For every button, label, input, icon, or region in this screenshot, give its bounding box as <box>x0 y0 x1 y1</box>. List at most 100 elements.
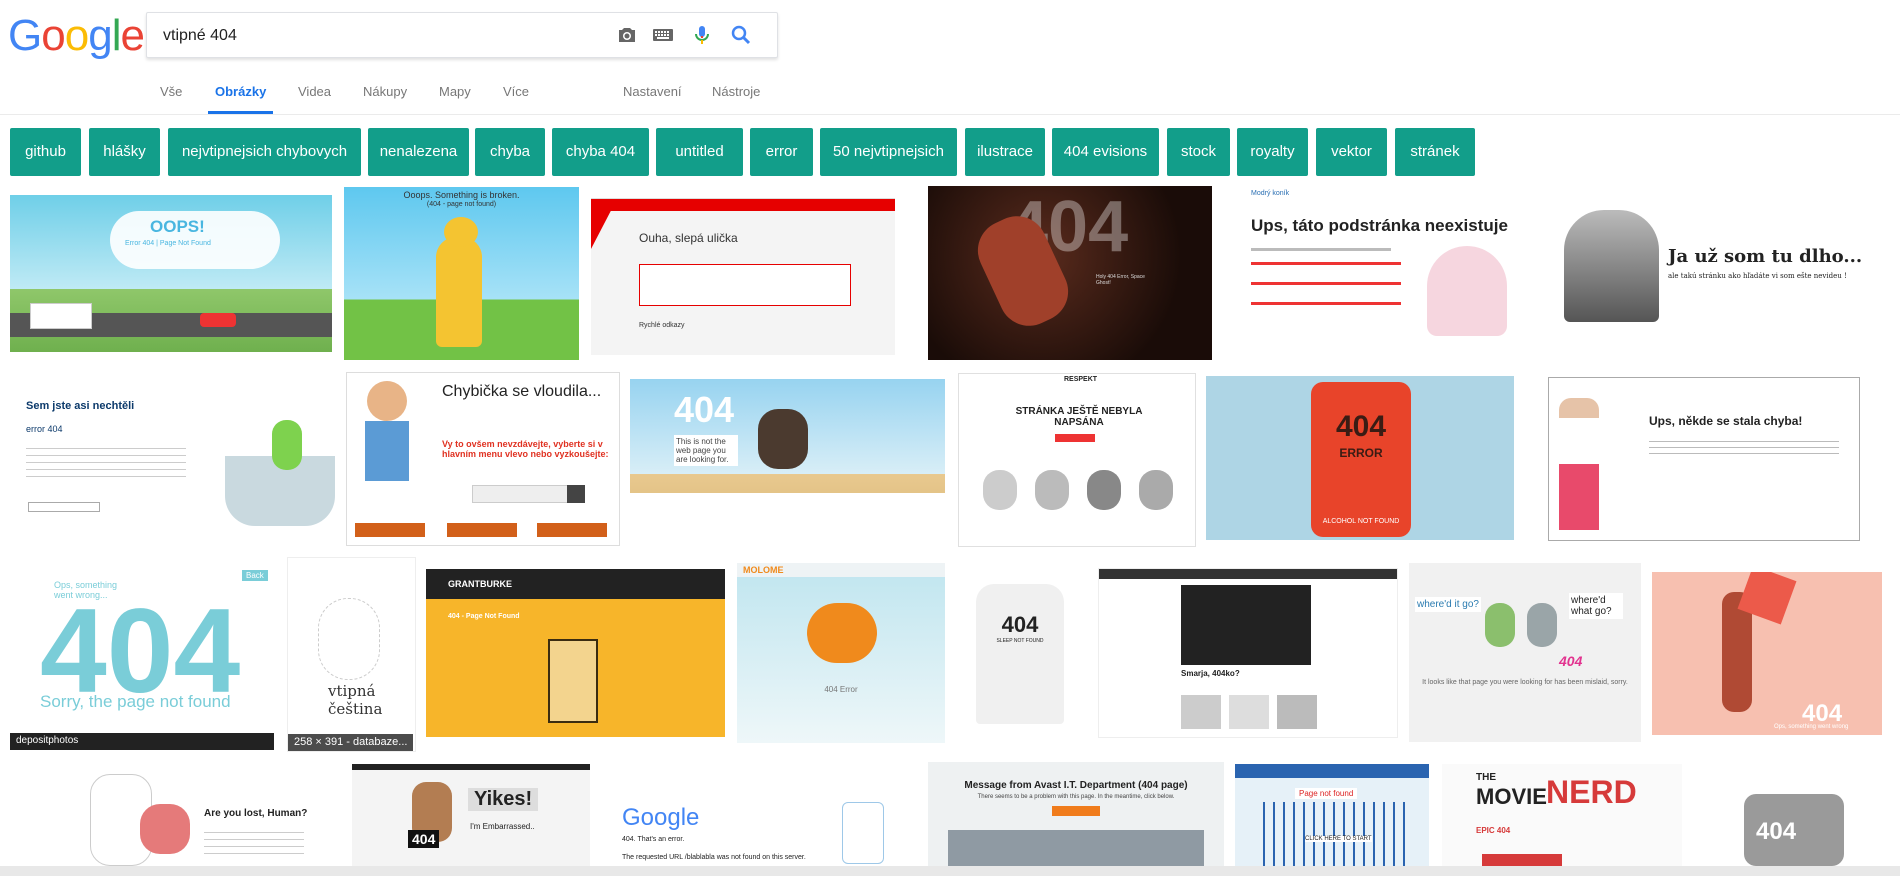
tab-videos[interactable]: Videa <box>298 70 331 114</box>
chip-stranek[interactable]: stránek <box>1395 128 1475 176</box>
result-image[interactable]: 404 Yikes! I'm Embarrassed.. <box>352 764 590 872</box>
logo-letter: G <box>8 11 42 60</box>
button-shape <box>355 523 425 537</box>
chip-royalty[interactable]: royalty <box>1237 128 1308 176</box>
result-image[interactable]: 404 SLEEP NOT FOUND <box>958 566 1082 739</box>
result-image[interactable]: Chybička se vloudila... Vy to ovšem nevz… <box>346 372 620 546</box>
result-image[interactable]: MOLOME 404 Error <box>737 563 945 743</box>
result-image[interactable]: Ops, something went wrong... 404 Sorry, … <box>10 560 274 750</box>
result-image[interactable]: OOPS! Error 404 | Page Not Found <box>10 195 332 352</box>
result-text: Are you lost, Human? <box>204 808 308 819</box>
keyboard-icon[interactable] <box>651 23 675 47</box>
result-text: Smarja, 404ko? <box>1181 669 1240 678</box>
logo-letter: e <box>120 11 145 60</box>
result-image[interactable]: GRANTBURKE 404 - Page Not Found <box>426 569 725 737</box>
result-image[interactable]: Message from Avast I.T. Department (404 … <box>928 762 1224 866</box>
result-image[interactable]: Google 404. That's an error. The request… <box>612 764 910 866</box>
tab-tools[interactable]: Nástroje <box>712 70 760 114</box>
result-text: Sorry, the page not found <box>40 692 231 711</box>
result-text: NERD <box>1546 774 1637 810</box>
result-image[interactable]: Ooops. Something is broken. (404 - page … <box>344 187 579 360</box>
result-image[interactable]: Ups, někde se stala chyba! <box>1548 377 1860 541</box>
bird-shape <box>1485 603 1515 647</box>
result-text: MOVIE <box>1476 784 1547 809</box>
result-text: vtipná čeština <box>328 682 383 718</box>
result-image[interactable]: 404 Holy 404 Error, Space Ghost! <box>928 186 1212 360</box>
microphone-icon[interactable] <box>690 23 714 47</box>
chip-hlasky[interactable]: hlášky <box>89 128 160 176</box>
chip-404-evisions[interactable]: 404 evisions <box>1052 128 1159 176</box>
logo-letter: g <box>88 11 113 60</box>
result-text: Ops, something went wrong <box>1774 724 1849 730</box>
chip-nenalezena[interactable]: nenalezena <box>368 128 469 176</box>
tab-images[interactable]: Obrázky <box>208 70 274 114</box>
text-lines <box>204 826 304 856</box>
result-text: Rychlé odkazy <box>639 322 685 329</box>
nav-bar <box>591 188 895 199</box>
result-text: Ups, táto podstránka neexistuje <box>1251 216 1508 235</box>
result-text: Sem jste asi nechtěli <box>26 400 135 412</box>
result-image[interactable]: THE MOVIE NERD EPIC 404 <box>1442 764 1682 866</box>
result-image[interactable]: vtipná čeština 258 × 391 - databaze... <box>287 557 416 752</box>
result-text: ERROR <box>1339 446 1383 460</box>
tab-more[interactable]: Více <box>503 70 529 114</box>
tab-all[interactable]: Vše <box>160 70 182 114</box>
result-text: Ooops. Something is broken. <box>403 190 520 200</box>
result-image[interactable]: Ja už som tu dlho... ale takú stránku ak… <box>1560 200 1890 324</box>
result-text: Error 404 | Page Not Found <box>125 240 211 247</box>
chip-nejvtipnejsich-chybovych[interactable]: nejvtipnejsich chybovych <box>168 128 361 176</box>
text-line <box>1251 302 1401 305</box>
result-text: 404 - Page Not Found <box>448 613 520 620</box>
result-image[interactable]: Sem jste asi nechtěli error 404 <box>10 380 335 532</box>
search-input[interactable] <box>161 13 605 59</box>
logo-letter: o <box>41 11 66 60</box>
chip-chyba[interactable]: chyba <box>475 128 545 176</box>
bottom-scrollbar[interactable] <box>0 866 1900 876</box>
chip-50-nejvtipnejsich[interactable]: 50 nejvtipnejsich <box>820 128 957 176</box>
result-text: 404 <box>1756 818 1797 845</box>
owl-shape <box>807 603 877 663</box>
chip-vektor[interactable]: vektor <box>1316 128 1387 176</box>
chip-stock[interactable]: stock <box>1167 128 1230 176</box>
result-text: CLICK HERE TO START <box>1305 836 1372 842</box>
text-line <box>1251 262 1401 265</box>
giraffe-shape <box>436 237 482 347</box>
person-head <box>367 381 407 421</box>
result-text: Ouha, slepá ulička <box>639 231 738 245</box>
result-image[interactable]: Are you lost, Human? <box>60 764 326 866</box>
result-text: STRÁNKA JEŠTĚ NEBYLA NAPSÁNA <box>1015 406 1143 428</box>
result-image[interactable]: 404 ERROR ALCOHOL NOT FOUND <box>1206 376 1514 540</box>
chip-chyba-404[interactable]: chyba 404 <box>552 128 649 176</box>
person-shape <box>1559 398 1599 530</box>
result-image[interactable]: 404 This is not the web page you are loo… <box>630 379 945 537</box>
result-image[interactable]: Modrý koník Ups, táto podstránka neexist… <box>1241 188 1551 348</box>
tab-shopping[interactable]: Nákupy <box>363 70 407 114</box>
nav-bar <box>1099 569 1397 579</box>
result-image[interactable]: RESPEKT STRÁNKA JEŠTĚ NEBYLA NAPSÁNA <box>958 373 1196 547</box>
result-image[interactable]: Page not found CLICK HERE TO START <box>1235 764 1429 866</box>
chip-github[interactable]: github <box>10 128 81 176</box>
result-text: Vy to ovšem nevzdávejte, vyberte si v hl… <box>442 439 609 459</box>
chip-untitled[interactable]: untitled <box>656 128 743 176</box>
result-text: Message from Avast I.T. Department (404 … <box>964 780 1188 791</box>
nav-bar <box>1235 764 1429 778</box>
tab-maps[interactable]: Mapy <box>439 70 471 114</box>
result-text: This is not the web page you are looking… <box>674 435 738 466</box>
result-text: I'm Embarrassed.. <box>470 822 535 831</box>
tshirt-shape <box>976 584 1064 724</box>
result-image[interactable]: 404 Ops, something went wrong <box>1652 572 1882 735</box>
alien-shape <box>272 420 302 470</box>
result-image[interactable]: where'd it go? where'd what go? 404 It l… <box>1409 563 1641 742</box>
result-text: MOLOME <box>743 565 784 575</box>
chip-error[interactable]: error <box>750 128 813 176</box>
search-icon[interactable] <box>729 23 753 47</box>
camera-icon[interactable] <box>615 23 639 47</box>
google-logo[interactable]: Google <box>8 11 145 60</box>
result-text: The requested URL /blablabla was not fou… <box>622 854 806 861</box>
result-image[interactable]: 404 <box>1716 764 1876 866</box>
result-image[interactable]: Smarja, 404ko? <box>1098 568 1398 738</box>
tab-settings[interactable]: Nastavení <box>623 70 682 114</box>
result-image[interactable]: Ouha, slepá ulička Rychlé odkazy <box>591 188 895 355</box>
chip-ilustrace[interactable]: ilustrace <box>965 128 1045 176</box>
search-button-shape <box>567 485 585 503</box>
